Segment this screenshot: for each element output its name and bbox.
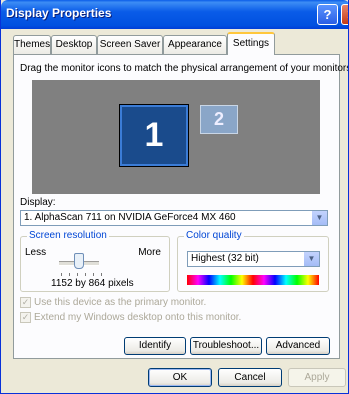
display-properties-window: Display Properties ? ✕ Themes Desktop Sc…: [0, 0, 349, 394]
slider-tick: [69, 273, 70, 276]
chevron-down-icon[interactable]: ▼: [311, 211, 327, 225]
extend-desktop-label: Extend my Windows desktop onto this moni…: [34, 312, 242, 323]
slider-tick: [77, 273, 78, 276]
instruction-text: Drag the monitor icons to match the phys…: [20, 63, 349, 74]
close-icon[interactable]: ✕: [341, 4, 348, 25]
monitor-arrangement-area: 1 2: [32, 80, 320, 194]
color-quality-group: Color quality Highest (32 bit) ▼: [177, 230, 329, 292]
monitor-1[interactable]: 1: [119, 104, 189, 167]
extend-desktop-checkbox[interactable]: ✓: [20, 312, 31, 323]
title-bar[interactable]: Display Properties ? ✕: [1, 0, 348, 29]
slider-tick: [101, 273, 102, 276]
primary-monitor-checkbox[interactable]: ✓: [20, 297, 31, 308]
resolution-value: 1152 by 864 pixels: [51, 278, 134, 289]
help-icon[interactable]: ?: [317, 4, 338, 25]
primary-monitor-label: Use this device as the primary monitor.: [34, 297, 207, 308]
color-quality-select[interactable]: Highest (32 bit) ▼: [187, 251, 320, 267]
less-label: Less: [25, 247, 47, 258]
tab-appearance[interactable]: Appearance: [163, 35, 227, 54]
cancel-button[interactable]: Cancel: [218, 368, 282, 387]
tab-screen-saver[interactable]: Screen Saver: [97, 35, 163, 54]
apply-button[interactable]: Apply: [288, 368, 346, 387]
screen-resolution-group: Screen resolution Less More 1152 by 864 …: [20, 230, 170, 292]
monitor-2[interactable]: 2: [200, 105, 238, 134]
display-select-value: 1. AlphaScan 711 on NVIDIA GeForce4 MX 4…: [24, 212, 236, 223]
color-quality-label: Color quality: [184, 230, 244, 241]
tab-desktop[interactable]: Desktop: [51, 35, 97, 54]
settings-panel: Drag the monitor icons to match the phys…: [13, 54, 348, 359]
troubleshoot-button[interactable]: Troubleshoot...: [190, 337, 262, 355]
color-quality-value: Highest (32 bit): [191, 253, 259, 264]
tab-settings[interactable]: Settings: [227, 32, 275, 55]
display-label: Display:: [20, 197, 56, 208]
resolution-slider-thumb[interactable]: [74, 253, 84, 269]
slider-tick: [85, 273, 86, 276]
advanced-button[interactable]: Advanced: [266, 337, 330, 355]
slider-tick: [61, 273, 62, 276]
color-spectrum-bar: [187, 275, 319, 285]
identify-button[interactable]: Identify: [124, 337, 186, 355]
screen-resolution-label: Screen resolution: [27, 230, 109, 241]
ok-button[interactable]: OK: [148, 368, 212, 387]
window-title: Display Properties: [6, 6, 112, 20]
tab-themes[interactable]: Themes: [13, 35, 51, 54]
slider-tick: [93, 273, 94, 276]
display-select[interactable]: 1. AlphaScan 711 on NVIDIA GeForce4 MX 4…: [20, 210, 328, 226]
more-label: More: [138, 247, 161, 258]
chevron-down-icon[interactable]: ▼: [303, 252, 319, 266]
